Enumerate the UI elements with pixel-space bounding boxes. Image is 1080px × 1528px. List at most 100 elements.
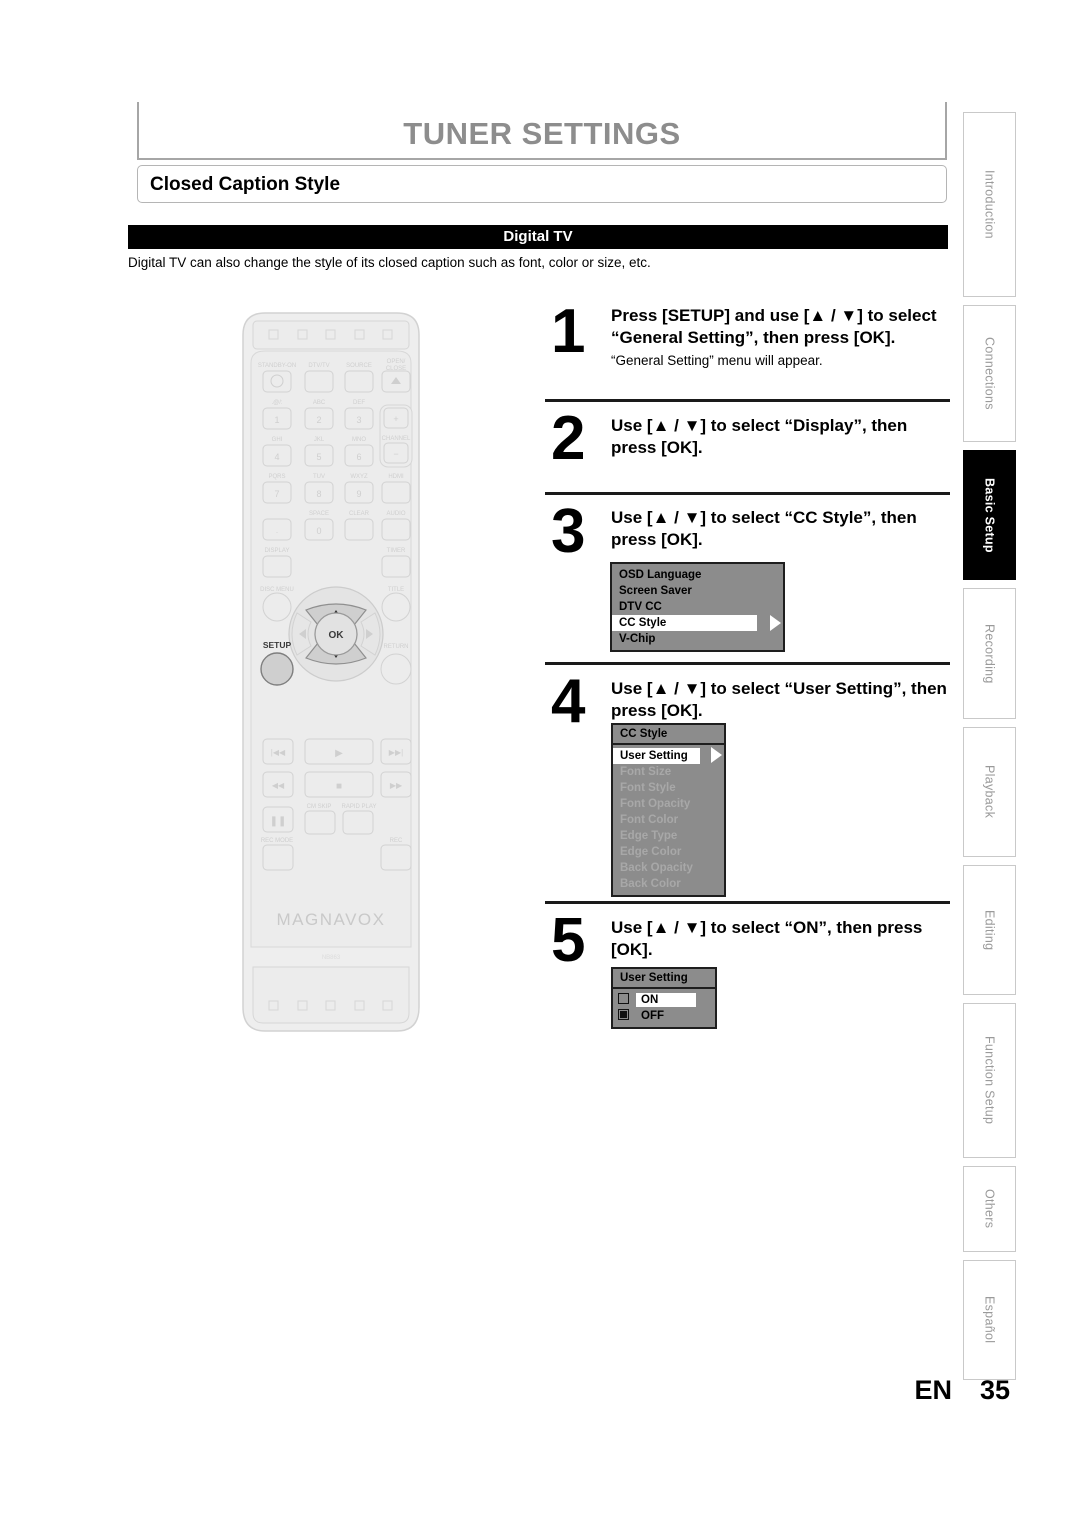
tab-introduction-label: Introduction: [982, 170, 997, 239]
key-6-label: 6: [356, 452, 361, 462]
label-cm-skip: CM SKIP: [307, 804, 332, 810]
fast-forward-icon: ▶▶: [390, 781, 403, 790]
ok-button-label: OK: [329, 630, 345, 641]
step-1-heading: Press [SETUP] and use [▲ / ▼] to select …: [611, 306, 937, 347]
label-timer: TIMER: [387, 548, 406, 554]
step-5-number: 5: [551, 906, 586, 975]
step-2-body: Use [▲ / ▼] to select “Display”, then pr…: [611, 415, 951, 459]
step-3-heading: Use [▲ / ▼] to select “CC Style”, then p…: [611, 508, 917, 549]
osd-item-back-color-label: Back Color: [620, 878, 681, 890]
step-divider-1: [545, 399, 950, 402]
tab-editing[interactable]: Editing: [963, 865, 1016, 995]
osd-option-off[interactable]: OFF: [613, 1008, 715, 1024]
tab-playback-label: Playback: [982, 765, 997, 819]
label-key9-alpha: WXYZ: [350, 474, 368, 480]
osd-item-font-style-label: Font Style: [620, 782, 676, 794]
return-button: [380, 653, 412, 685]
rapid-play-button: [342, 810, 374, 835]
step-4-heading: Use [▲ / ▼] to select “User Setting”, th…: [611, 679, 947, 720]
osd-item-font-opacity[interactable]: Font Opacity: [613, 796, 724, 812]
dtv-tv-button: [304, 370, 334, 393]
label-rec: REC: [390, 838, 403, 844]
tab-others[interactable]: Others: [963, 1166, 1016, 1252]
stop-icon: ■: [336, 781, 342, 792]
tab-espanol[interactable]: Español: [963, 1260, 1016, 1380]
tab-basic-setup-label-wrap: Basic Setup: [964, 451, 1015, 579]
tab-editing-label: Editing: [982, 909, 997, 951]
osd-item-font-style[interactable]: Font Style: [613, 780, 724, 796]
rec-mode-button: [262, 844, 294, 871]
label-space: SPACE: [309, 511, 329, 517]
osd-item-osd-language[interactable]: OSD Language: [612, 567, 783, 583]
osd-item-font-opacity-label: Font Opacity: [620, 798, 691, 810]
osd-usersetting-menu: User Setting ON OFF: [611, 967, 717, 1029]
step-divider-3: [545, 662, 950, 665]
label-key6-alpha: MNO: [352, 437, 366, 443]
osd-usersetting-options: ON OFF: [613, 989, 715, 1027]
tab-playback[interactable]: Playback: [963, 727, 1016, 857]
footer-page-number: 35: [979, 1375, 1010, 1405]
digital-tv-bar: Digital TV: [128, 225, 948, 249]
footer-language: EN: [914, 1375, 952, 1405]
step-1-body: Press [SETUP] and use [▲ / ▼] to select …: [611, 305, 951, 370]
key-1-label: 1: [274, 415, 279, 425]
tab-function-setup[interactable]: Function Setup: [963, 1003, 1016, 1158]
osd-item-edge-type[interactable]: Edge Type: [613, 828, 724, 844]
page-title: TUNER SETTINGS: [403, 116, 681, 151]
tab-connections-label: Connections: [982, 337, 997, 410]
tab-others-label-wrap: Others: [964, 1167, 1015, 1251]
osd-item-dtv-cc-label: DTV CC: [619, 601, 662, 613]
tab-recording-label: Recording: [982, 623, 997, 684]
tab-function-setup-label-wrap: Function Setup: [964, 1004, 1015, 1157]
osd-item-screen-saver[interactable]: Screen Saver: [612, 583, 783, 599]
step-divider-2: [545, 492, 950, 495]
osd-item-back-color[interactable]: Back Color: [613, 876, 724, 892]
osd-item-font-color[interactable]: Font Color: [613, 812, 724, 828]
osd-item-font-size[interactable]: Font Size: [613, 764, 724, 780]
label-standby-on: STANDBY-ON: [258, 363, 296, 369]
setup-button: [260, 652, 294, 686]
label-clear: CLEAR: [349, 511, 370, 517]
key-3-label: 3: [356, 415, 361, 425]
label-disc-menu: DISC MENU: [260, 587, 294, 593]
tab-introduction[interactable]: Introduction: [963, 112, 1016, 297]
osd-item-cc-style[interactable]: CC Style: [612, 615, 781, 631]
label-channel: CHANNEL: [382, 436, 411, 442]
tab-editing-label-wrap: Editing: [964, 866, 1015, 994]
label-audio: AUDIO: [386, 511, 405, 517]
osd-item-user-setting[interactable]: User Setting: [613, 747, 722, 764]
digital-tv-bar-label: Digital TV: [503, 228, 573, 245]
osd-ccstyle-menu-list: User Setting Font Size Font Style Font O…: [613, 745, 724, 895]
step-2-heading: Use [▲ / ▼] to select “Display”, then pr…: [611, 416, 908, 457]
display-button: [262, 555, 292, 578]
osd-item-v-chip-label: V-Chip: [619, 633, 656, 645]
rec-button: [380, 844, 412, 871]
step-3-number: 3: [551, 497, 586, 566]
label-title: TITLE: [388, 587, 404, 593]
tab-recording[interactable]: Recording: [963, 588, 1016, 719]
osd-item-v-chip[interactable]: V-Chip: [612, 631, 783, 647]
key-8-label: 8: [316, 489, 321, 499]
osd-item-dtv-cc[interactable]: DTV CC: [612, 599, 783, 615]
osd-item-back-opacity[interactable]: Back Opacity: [613, 860, 724, 876]
step-3-body: Use [▲ / ▼] to select “CC Style”, then p…: [611, 507, 951, 551]
checkbox-unchecked-icon[interactable]: [618, 993, 629, 1004]
page-footer: EN 35: [0, 1375, 1010, 1406]
osd-item-edge-color[interactable]: Edge Color: [613, 844, 724, 860]
source-button: [344, 370, 374, 393]
step-2-number: 2: [551, 404, 586, 473]
osd-item-user-setting-label: User Setting: [620, 750, 688, 762]
label-key1-alpha: .@/:: [271, 400, 282, 406]
chevron-right-icon: [711, 747, 722, 763]
osd-option-on[interactable]: ON: [613, 992, 715, 1008]
pause-icon: ❚❚: [270, 816, 287, 827]
label-return: RETURN: [384, 644, 409, 650]
osd-item-font-color-label: Font Color: [620, 814, 679, 826]
tab-basic-setup[interactable]: Basic Setup: [963, 450, 1016, 580]
tab-basic-setup-label: Basic Setup: [982, 477, 997, 553]
checkbox-checked-icon[interactable]: [618, 1009, 629, 1020]
tab-connections[interactable]: Connections: [963, 305, 1016, 442]
tab-espanol-label-wrap: Español: [964, 1261, 1015, 1379]
tab-introduction-label-wrap: Introduction: [964, 113, 1015, 296]
page-title-box: TUNER SETTINGS: [137, 102, 947, 160]
